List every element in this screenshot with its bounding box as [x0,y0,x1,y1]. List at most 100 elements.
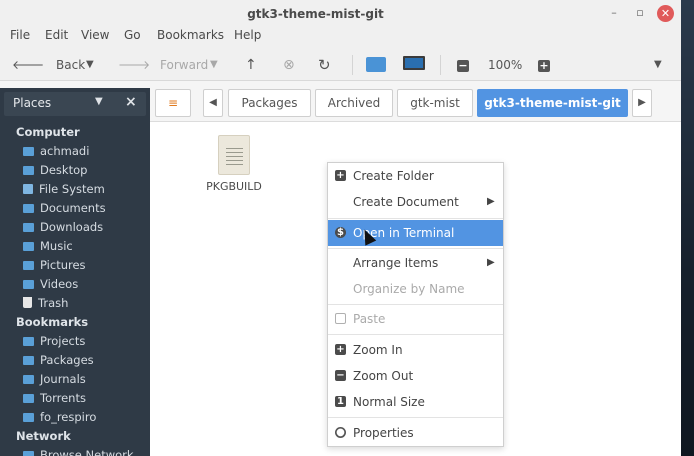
path-scroll-left-button[interactable]: ◀ [203,89,223,117]
sidebar-item-label: Downloads [40,220,104,234]
folder-icon [23,280,34,289]
menu-separator [328,334,503,335]
folder-icon [23,413,34,422]
menu-help[interactable]: Help [234,28,261,42]
path-scroll-right-button[interactable]: ▶ [632,89,652,117]
folder-icon [23,337,34,346]
menu-item-label: Normal Size [353,395,425,409]
menu-separator [328,304,503,305]
sidebar-item-packages[interactable]: Packages [23,353,94,369]
back-history-dropdown[interactable]: ▼ [86,55,94,75]
menu-go[interactable]: Go [124,28,141,42]
chevron-right-icon: ▶ [638,97,646,108]
menu-item-properties[interactable]: ● Properties [328,420,503,446]
file-manager-window: gtk3-theme-mist-git – ▫ ✕ File Edit View… [0,0,681,456]
menu-separator [328,248,503,249]
back-label: Back [56,58,86,72]
sidebar-item-label: Music [40,239,73,253]
stop-button[interactable]: ⊗ [283,55,295,75]
menu-item-create-folder[interactable]: + Create Folder [328,163,503,189]
sidebar-item-music[interactable]: Music [23,239,73,255]
chevron-down-icon: ▼ [86,59,94,70]
menu-item-zoom-out[interactable]: − Zoom Out [328,363,503,389]
computer-icon [403,56,425,70]
sidebar-item-videos[interactable]: Videos [23,277,78,293]
arrow-left-icon: 🡐 [12,58,45,72]
up-button[interactable]: ↑ [245,55,257,75]
desktop-icon [23,166,34,175]
menu-item-create-document[interactable]: Create Document ▶ [328,189,503,215]
sidebar-item-browse-network[interactable]: Browse Network [23,448,134,456]
sidebar-item-journals[interactable]: Journals [23,372,86,388]
sidebar-item-file-system[interactable]: File System [23,182,105,198]
toolbar: 🡐 Back ▼ 🡒 Forward ▼ ↑ ⊗ ↻ − 100% + ▼ [0,49,681,81]
sidebar-item-label: fo_respiro [40,410,97,424]
sidebar-item-pictures[interactable]: Pictures [23,258,86,274]
zoom-in-button[interactable]: + [538,55,550,75]
toolbar-separator [352,55,353,75]
menu-item-label: Arrange Items [353,256,439,270]
home-button[interactable] [366,57,386,77]
title-bar[interactable]: gtk3-theme-mist-git – ▫ ✕ [0,0,681,27]
arrow-right-icon: 🡒 [118,58,151,72]
menu-item-organize-by-name[interactable]: Organize by Name [328,276,503,302]
menu-file[interactable]: File [10,28,30,42]
home-folder-icon [366,57,386,72]
path-segment-gtk-mist[interactable]: gtk-mist [397,89,473,117]
sidebar-close-button[interactable]: × [125,94,137,110]
menu-item-arrange-items[interactable]: Arrange Items ▶ [328,250,503,276]
maximize-button[interactable]: ▫ [632,5,648,21]
folder-icon [23,356,34,365]
zoom-level[interactable]: 100% [488,55,522,75]
sidebar-item-label: Trash [38,296,69,310]
menu-item-label: Paste [353,312,386,326]
path-segment-archived[interactable]: Archived [315,89,393,117]
sidebar: Places ▼ × Computer achmadi Desktop File… [0,88,150,456]
menu-edit[interactable]: Edit [45,28,68,42]
sidebar-item-downloads[interactable]: Downloads [23,220,103,236]
folder-icon [23,375,34,384]
minimize-button[interactable]: – [606,5,622,21]
menu-item-open-in-terminal[interactable]: $ Open in Terminal [328,220,503,246]
sidebar-item-documents[interactable]: Documents [23,201,106,217]
sidebar-item-fo-respiro[interactable]: fo_respiro [23,410,96,426]
drive-icon [23,184,33,194]
clipboard-icon [335,313,346,324]
sidebar-item-label: Projects [40,334,86,348]
sidebar-item-label: Pictures [40,258,86,272]
view-menu-button[interactable]: ▼ [654,55,662,75]
menu-item-paste[interactable]: Paste [328,306,503,332]
menu-item-normal-size[interactable]: 1 Normal Size [328,389,503,415]
path-segment-current[interactable]: gtk3-theme-mist-git [477,89,628,117]
sidebar-section-network: Network [16,429,71,443]
sidebar-item-desktop[interactable]: Desktop [23,163,87,179]
menu-item-zoom-in[interactable]: + Zoom In [328,337,503,363]
path-segment-packages[interactable]: Packages [228,89,311,117]
location-toggle-button[interactable]: ≡ [155,89,191,117]
zoom-out-button[interactable]: − [457,55,469,75]
menu-separator [328,218,503,219]
menu-item-label: Create Document [353,195,459,209]
sidebar-item-trash[interactable]: Trash [23,296,68,312]
text-file-icon [218,135,250,175]
file-item[interactable]: PKGBUILD [202,135,266,193]
menu-view[interactable]: View [81,28,109,42]
folder-icon [23,223,34,232]
close-button[interactable]: ✕ [657,5,674,22]
forward-label: Forward [160,58,209,72]
folder-icon [23,261,34,270]
menu-bookmarks[interactable]: Bookmarks [157,28,224,42]
network-icon [23,451,34,456]
forward-button[interactable]: 🡒 Forward [118,55,208,75]
computer-button[interactable] [403,56,425,76]
back-button[interactable]: 🡐 Back [12,55,85,75]
reload-button[interactable]: ↻ [318,55,331,75]
sidebar-mode-dropdown[interactable]: ▼ [95,96,103,107]
plus-icon: + [335,344,346,355]
forward-history-dropdown[interactable]: ▼ [210,55,218,75]
one-icon: 1 [335,396,346,407]
sidebar-item-label: Torrents [40,391,86,405]
sidebar-item-achmadi[interactable]: achmadi [23,144,89,160]
sidebar-item-projects[interactable]: Projects [23,334,85,350]
sidebar-item-torrents[interactable]: Torrents [23,391,86,407]
